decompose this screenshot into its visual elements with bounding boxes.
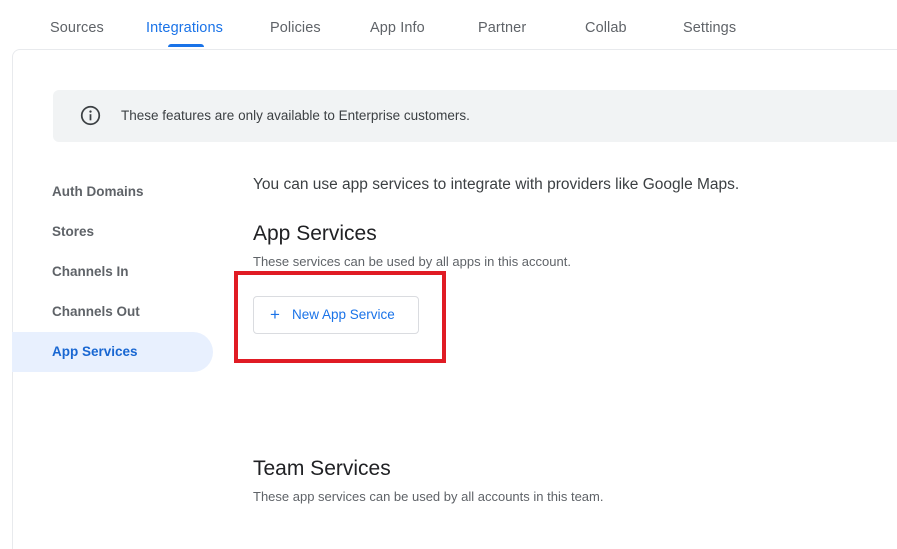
tab-collab[interactable]: Collab [585,20,627,36]
sidebar-item-channels-out[interactable]: Channels Out [52,304,140,319]
highlight-annotation-box [234,271,446,363]
team-services-subtitle: These app services can be used by all ac… [253,489,604,504]
active-tab-indicator [168,44,204,47]
info-icon [80,105,101,126]
sidebar-item-channels-in[interactable]: Channels In [52,264,129,279]
app-services-subtitle: These services can be used by all apps i… [253,254,571,269]
tab-policies[interactable]: Policies [270,20,321,36]
tab-integrations[interactable]: Integrations [146,20,223,36]
app-services-title: App Services [253,222,377,245]
sidebar-item-stores[interactable]: Stores [52,224,94,239]
intro-text: You can use app services to integrate wi… [253,176,740,193]
tab-sources[interactable]: Sources [50,20,104,36]
sidebar-item-app-services[interactable]: App Services [52,344,138,359]
team-services-title: Team Services [253,457,391,480]
tab-partner[interactable]: Partner [478,20,526,36]
banner-text: These features are only available to Ent… [121,108,470,123]
top-tab-bar: Sources Integrations Policies App Info P… [0,0,897,50]
tab-settings[interactable]: Settings [683,20,736,36]
tab-app-info[interactable]: App Info [370,20,425,36]
sidebar-item-auth-domains[interactable]: Auth Domains [52,184,144,199]
